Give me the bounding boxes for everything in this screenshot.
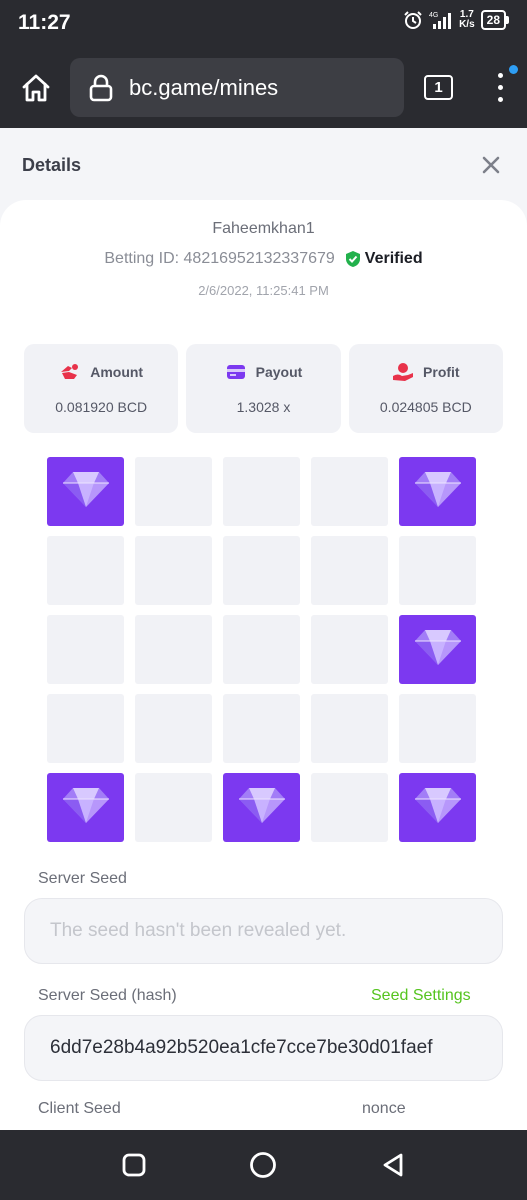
mine-tile	[311, 773, 388, 842]
stat-value-payout: 1.3028 x	[236, 399, 291, 415]
recents-icon	[122, 1153, 146, 1177]
alarm-icon	[403, 10, 423, 30]
nonce-label: nonce	[362, 1100, 406, 1117]
mine-tile	[223, 615, 300, 684]
mine-tile	[311, 457, 388, 526]
mine-tile	[311, 694, 388, 763]
close-button[interactable]	[480, 154, 502, 176]
server-seed-field[interactable]: The seed hasn't been revealed yet.	[24, 898, 503, 964]
mine-tile	[47, 536, 124, 605]
mine-tile	[135, 773, 212, 842]
home-icon	[22, 74, 50, 102]
stat-amount: Amount 0.081920 BCD	[24, 344, 179, 433]
server-seed-placeholder: The seed hasn't been revealed yet.	[50, 920, 347, 941]
stat-value-amount: 0.081920 BCD	[55, 399, 148, 415]
diamond-icon	[61, 469, 111, 514]
home-button[interactable]	[16, 70, 56, 106]
gem-tile	[47, 457, 124, 526]
stat-label-payout: Payout	[255, 364, 303, 380]
username[interactable]: Faheemkhan1	[0, 220, 527, 238]
status-bar: 11:27 4G 1.7 K/s 28	[0, 0, 527, 48]
page-title: Details	[22, 155, 82, 175]
mine-tile	[311, 536, 388, 605]
gem-tile	[399, 457, 476, 526]
url-bar[interactable]: bc.game/mines	[70, 58, 404, 117]
client-seed-label: Client Seed	[38, 1100, 121, 1117]
server-hash-field[interactable]: 6dd7e28b4a92b520ea1cfe7cce7be30d01faef	[24, 1015, 503, 1081]
diamond-icon	[61, 785, 111, 830]
verified-badge: Verified	[364, 250, 423, 267]
back-button[interactable]	[379, 1151, 407, 1179]
network-type: 4G	[429, 12, 438, 19]
gem-tile	[399, 773, 476, 842]
server-hash-value: 6dd7e28b4a92b520ea1cfe7cce7be30d01faef	[50, 1037, 433, 1058]
payout-icon	[225, 362, 247, 382]
notification-dot	[509, 65, 518, 74]
mine-tile	[223, 536, 300, 605]
tabs-button[interactable]: 1	[424, 75, 453, 100]
mine-tile	[47, 615, 124, 684]
url-text: bc.game/mines	[129, 74, 279, 100]
stats-row: Amount 0.081920 BCD Payout 1.3028 x Prof…	[24, 344, 503, 433]
mine-tile	[135, 694, 212, 763]
status-icons: 4G 1.7 K/s 28	[403, 10, 509, 30]
amount-icon	[59, 362, 81, 382]
bet-timestamp: 2/6/2022, 11:25:41 PM	[198, 283, 329, 298]
stat-payout: Payout 1.3028 x	[186, 344, 341, 433]
stat-value-profit: 0.024805 BCD	[379, 399, 472, 415]
profit-icon	[392, 362, 414, 382]
mine-tile	[311, 615, 388, 684]
mine-tile	[399, 694, 476, 763]
mine-tile	[47, 694, 124, 763]
back-icon	[383, 1153, 403, 1177]
seed-settings-link[interactable]: Seed Settings	[371, 987, 471, 1005]
recents-button[interactable]	[120, 1151, 148, 1179]
mine-tile	[135, 536, 212, 605]
stat-profit: Profit 0.024805 BCD	[348, 344, 503, 433]
mine-tile	[135, 615, 212, 684]
battery-level: 28	[480, 10, 506, 30]
stat-label-profit: Profit	[423, 364, 460, 380]
shield-check-icon	[345, 250, 361, 268]
signal-icon: 4G	[429, 10, 453, 30]
system-nav-bar	[0, 1130, 527, 1200]
diamond-icon	[237, 785, 287, 830]
home-nav-button[interactable]	[249, 1151, 277, 1179]
details-header: Details	[0, 128, 527, 208]
lock-icon	[88, 73, 114, 103]
diamond-icon	[413, 627, 463, 672]
betting-id: Betting ID: 48216952132337679	[104, 250, 335, 267]
menu-button[interactable]	[490, 70, 510, 106]
mine-tile	[223, 694, 300, 763]
mine-tile	[399, 536, 476, 605]
battery-icon: 28	[480, 10, 509, 30]
diamond-icon	[413, 785, 463, 830]
gem-tile	[223, 773, 300, 842]
mines-grid	[47, 457, 476, 842]
home-circle-icon	[250, 1152, 276, 1178]
betting-id-row: Betting ID: 48216952132337679 Verified	[0, 250, 527, 268]
gem-tile	[399, 615, 476, 684]
gem-tile	[47, 773, 124, 842]
speed-unit: K/s	[459, 19, 475, 30]
stat-label-amount: Amount	[90, 364, 144, 380]
mine-tile	[135, 457, 212, 526]
status-time: 11:27	[18, 11, 71, 34]
bet-details-card: Faheemkhan1 Betting ID: 4821695213233767…	[0, 200, 527, 1130]
close-icon	[482, 156, 500, 174]
browser-toolbar: bc.game/mines 1	[0, 48, 527, 128]
mine-tile	[223, 457, 300, 526]
diamond-icon	[413, 469, 463, 514]
server-hash-label: Server Seed (hash)	[38, 987, 177, 1004]
server-seed-label: Server Seed	[38, 870, 127, 887]
network-speed: 1.7 K/s	[459, 10, 475, 30]
